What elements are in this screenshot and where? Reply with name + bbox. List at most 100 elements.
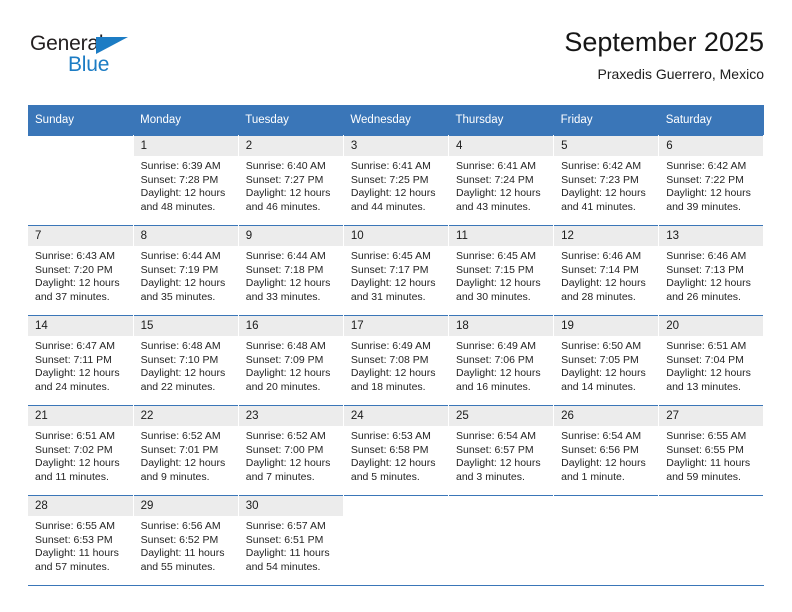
daylight-text: Daylight: 12 hours and 39 minutes. bbox=[666, 187, 751, 213]
day-details: Sunrise: 6:45 AM Sunset: 7:17 PM Daylight:… bbox=[344, 246, 448, 304]
daylight-text: Daylight: 12 hours and 1 minute. bbox=[561, 457, 646, 483]
day-number: 30 bbox=[238, 496, 343, 516]
day-number bbox=[28, 136, 133, 156]
calendar-day-cell[interactable]: 6 Sunrise: 6:42 AM Sunset: 7:22 PM Daylight… bbox=[658, 135, 765, 226]
daylight-text: Daylight: 11 hours and 54 minutes. bbox=[245, 547, 330, 573]
day-details: Sunrise: 6:42 AM Sunset: 7:22 PM Daylight:… bbox=[659, 156, 763, 214]
day-number: 16 bbox=[238, 316, 343, 336]
calendar-day-cell[interactable]: 3 Sunrise: 6:41 AM Sunset: 7:25 PM Daylight… bbox=[343, 135, 450, 226]
sunset-text: Sunset: 6:52 PM bbox=[140, 533, 219, 546]
calendar-day-cell[interactable]: 26 Sunrise: 6:54 AM Sunset: 6:56 PM Dayligh… bbox=[553, 405, 660, 496]
sunrise-text: Sunrise: 6:54 AM bbox=[561, 430, 642, 442]
calendar-day-cell[interactable]: 20 Sunrise: 6:51 AM Sunset: 7:04 PM Dayligh… bbox=[658, 315, 765, 406]
day-number: 3 bbox=[343, 136, 448, 156]
day-number bbox=[449, 496, 554, 516]
day-number: 27 bbox=[659, 406, 764, 426]
daylight-text: Daylight: 12 hours and 18 minutes. bbox=[350, 367, 436, 393]
calendar-day-cell[interactable]: 11 Sunrise: 6:45 AM Sunset: 7:15 PM Dayligh… bbox=[448, 225, 555, 316]
sunset-text: Sunset: 7:27 PM bbox=[245, 173, 324, 186]
day-number: 6 bbox=[659, 136, 764, 156]
page-subtitle: Praxedis Guerrero, Mexico bbox=[597, 66, 764, 82]
calendar-day-cell[interactable]: 24 Sunrise: 6:53 AM Sunset: 6:58 PM Dayligh… bbox=[343, 405, 450, 496]
day-details: Sunrise: 6:41 AM Sunset: 7:25 PM Daylight:… bbox=[344, 156, 448, 214]
calendar-day-cell[interactable]: 21 Sunrise: 6:51 AM Sunset: 7:02 PM Dayligh… bbox=[28, 405, 134, 496]
day-details: Sunrise: 6:48 AM Sunset: 7:09 PM Daylight:… bbox=[239, 336, 343, 394]
day-details: Sunrise: 6:43 AM Sunset: 7:20 PM Daylight:… bbox=[28, 246, 133, 304]
calendar-day-cell[interactable]: 28 Sunrise: 6:55 AM Sunset: 6:53 PM Dayligh… bbox=[28, 495, 134, 586]
sunset-text: Sunset: 7:10 PM bbox=[140, 353, 219, 366]
calendar-day-cell[interactable]: 30 Sunrise: 6:57 AM Sunset: 6:51 PM Dayligh… bbox=[238, 495, 344, 586]
sunrise-text: Sunrise: 6:48 AM bbox=[140, 340, 221, 352]
sunset-text: Sunset: 7:01 PM bbox=[140, 443, 219, 456]
sunset-text: Sunset: 7:25 PM bbox=[350, 173, 429, 186]
calendar-day-cell[interactable]: 8 Sunrise: 6:44 AM Sunset: 7:19 PM Daylight… bbox=[133, 225, 239, 316]
calendar-body: 1 Sunrise: 6:39 AM Sunset: 7:28 PM Daylight… bbox=[28, 135, 765, 586]
calendar-day-cell[interactable]: 10 Sunrise: 6:45 AM Sunset: 7:17 PM Dayligh… bbox=[343, 225, 450, 316]
sunrise-text: Sunrise: 6:42 AM bbox=[666, 160, 747, 172]
sunrise-text: Sunrise: 6:45 AM bbox=[456, 250, 536, 262]
daylight-text: Daylight: 12 hours and 13 minutes. bbox=[666, 367, 751, 393]
sunrise-text: Sunrise: 6:53 AM bbox=[350, 430, 431, 442]
day-details: Sunrise: 6:42 AM Sunset: 7:23 PM Daylight:… bbox=[554, 156, 658, 214]
daylight-text: Daylight: 12 hours and 44 minutes. bbox=[350, 187, 436, 213]
calendar-day-cell[interactable]: 16 Sunrise: 6:48 AM Sunset: 7:09 PM Dayligh… bbox=[238, 315, 344, 406]
calendar-day-cell[interactable]: 23 Sunrise: 6:52 AM Sunset: 7:00 PM Dayligh… bbox=[238, 405, 344, 496]
page-header: General Blue September 2025 Praxedis Gue… bbox=[28, 26, 764, 98]
calendar-day-cell[interactable]: 14 Sunrise: 6:47 AM Sunset: 7:11 PM Dayligh… bbox=[28, 315, 134, 406]
calendar-day-cell[interactable]: 22 Sunrise: 6:52 AM Sunset: 7:01 PM Dayligh… bbox=[133, 405, 239, 496]
calendar-day-cell[interactable]: 4 Sunrise: 6:41 AM Sunset: 7:24 PM Daylight… bbox=[448, 135, 555, 226]
day-details: Sunrise: 6:52 AM Sunset: 7:01 PM Daylight:… bbox=[134, 426, 238, 484]
daylight-text: Daylight: 12 hours and 3 minutes. bbox=[456, 457, 541, 483]
sunset-text: Sunset: 6:53 PM bbox=[35, 533, 113, 546]
calendar-day-cell[interactable]: 7 Sunrise: 6:43 AM Sunset: 7:20 PM Daylight… bbox=[28, 225, 134, 316]
sunset-text: Sunset: 7:02 PM bbox=[35, 443, 113, 456]
daylight-text: Daylight: 12 hours and 43 minutes. bbox=[456, 187, 541, 213]
daylight-text: Daylight: 12 hours and 48 minutes. bbox=[140, 187, 226, 213]
daylight-text: Daylight: 12 hours and 46 minutes. bbox=[245, 187, 331, 213]
day-number: 29 bbox=[133, 496, 238, 516]
day-number: 20 bbox=[659, 316, 764, 336]
calendar-day-cell[interactable]: 1 Sunrise: 6:39 AM Sunset: 7:28 PM Daylight… bbox=[133, 135, 239, 226]
day-number: 10 bbox=[343, 226, 448, 246]
generalblue-logo[interactable]: General Blue bbox=[30, 32, 210, 86]
calendar-day-cell[interactable]: 12 Sunrise: 6:46 AM Sunset: 7:14 PM Dayligh… bbox=[553, 225, 660, 316]
sunset-text: Sunset: 7:20 PM bbox=[35, 263, 113, 276]
sunset-text: Sunset: 7:15 PM bbox=[456, 263, 534, 276]
sunset-text: Sunset: 7:22 PM bbox=[666, 173, 744, 186]
calendar-day-cell[interactable]: 27 Sunrise: 6:55 AM Sunset: 6:55 PM Dayligh… bbox=[658, 405, 765, 496]
sunset-text: Sunset: 7:09 PM bbox=[245, 353, 324, 366]
calendar-day-cell[interactable]: 29 Sunrise: 6:56 AM Sunset: 6:52 PM Dayligh… bbox=[133, 495, 239, 586]
day-number: 12 bbox=[554, 226, 659, 246]
weekday-header-friday: Friday bbox=[553, 105, 659, 136]
day-details: Sunrise: 6:47 AM Sunset: 7:11 PM Daylight:… bbox=[28, 336, 133, 394]
calendar-week-row: 1 Sunrise: 6:39 AM Sunset: 7:28 PM Daylight… bbox=[28, 135, 765, 226]
calendar-day-cell[interactable]: 19 Sunrise: 6:50 AM Sunset: 7:05 PM Dayligh… bbox=[553, 315, 660, 406]
calendar-day-cell[interactable]: 2 Sunrise: 6:40 AM Sunset: 7:27 PM Daylight… bbox=[238, 135, 344, 226]
sunrise-text: Sunrise: 6:51 AM bbox=[35, 430, 115, 442]
weekday-header-row: Sunday Monday Tuesday Wednesday Thursday… bbox=[28, 105, 764, 136]
calendar-day-cell-empty bbox=[658, 495, 765, 586]
daylight-text: Daylight: 12 hours and 20 minutes. bbox=[245, 367, 331, 393]
calendar-day-cell-empty bbox=[448, 495, 555, 586]
daylight-text: Daylight: 12 hours and 26 minutes. bbox=[666, 277, 751, 303]
calendar-day-cell[interactable]: 5 Sunrise: 6:42 AM Sunset: 7:23 PM Daylight… bbox=[553, 135, 660, 226]
sunset-text: Sunset: 6:56 PM bbox=[561, 443, 639, 456]
daylight-text: Daylight: 12 hours and 16 minutes. bbox=[456, 367, 541, 393]
sunset-text: Sunset: 7:14 PM bbox=[561, 263, 639, 276]
daylight-text: Daylight: 12 hours and 30 minutes. bbox=[456, 277, 541, 303]
calendar-day-cell[interactable]: 17 Sunrise: 6:49 AM Sunset: 7:08 PM Dayligh… bbox=[343, 315, 450, 406]
calendar-page: General Blue September 2025 Praxedis Gue… bbox=[0, 0, 792, 612]
calendar-day-cell[interactable]: 18 Sunrise: 6:49 AM Sunset: 7:06 PM Dayligh… bbox=[448, 315, 555, 406]
calendar-day-cell[interactable]: 15 Sunrise: 6:48 AM Sunset: 7:10 PM Dayligh… bbox=[133, 315, 239, 406]
day-details: Sunrise: 6:45 AM Sunset: 7:15 PM Daylight:… bbox=[449, 246, 553, 304]
day-number: 21 bbox=[28, 406, 133, 426]
calendar-day-cell[interactable]: 13 Sunrise: 6:46 AM Sunset: 7:13 PM Dayligh… bbox=[658, 225, 765, 316]
sunrise-text: Sunrise: 6:46 AM bbox=[561, 250, 642, 262]
sunrise-text: Sunrise: 6:52 AM bbox=[245, 430, 326, 442]
calendar-day-cell[interactable]: 25 Sunrise: 6:54 AM Sunset: 6:57 PM Dayligh… bbox=[448, 405, 555, 496]
sunset-text: Sunset: 7:04 PM bbox=[666, 353, 744, 366]
calendar-day-cell[interactable]: 9 Sunrise: 6:44 AM Sunset: 7:18 PM Daylight… bbox=[238, 225, 344, 316]
day-number: 11 bbox=[449, 226, 554, 246]
day-number: 14 bbox=[28, 316, 133, 336]
sunrise-text: Sunrise: 6:51 AM bbox=[666, 340, 747, 352]
